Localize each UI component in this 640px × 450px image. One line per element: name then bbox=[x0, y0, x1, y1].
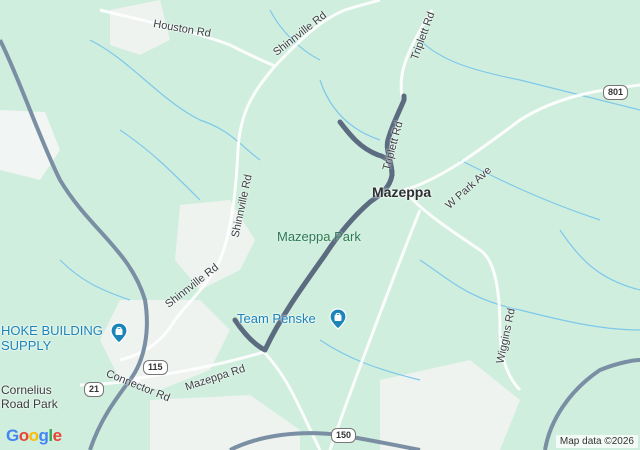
shopping-bag-pin-icon[interactable] bbox=[329, 308, 347, 330]
place-label-cornelius-road-park[interactable]: Cornelius Road Park bbox=[1, 383, 81, 411]
route-shield-115: 115 bbox=[143, 360, 168, 375]
park-label-mazeppa-park[interactable]: Mazeppa Park bbox=[277, 229, 361, 244]
route-shield-21: 21 bbox=[84, 382, 105, 397]
route-shield-150: 150 bbox=[331, 428, 357, 443]
google-logo: Google bbox=[6, 426, 62, 445]
place-label-mazeppa[interactable]: Mazeppa bbox=[372, 184, 431, 200]
poi-label-hoke-building-supply[interactable]: HOKE BUILDING SUPPLY bbox=[1, 323, 111, 353]
poi-label-team-penske[interactable]: Team Penske bbox=[237, 311, 316, 326]
map-canvas[interactable]: Houston Rd Shinnville Rd Triplett Rd Tri… bbox=[0, 0, 640, 450]
shopping-bag-pin-icon[interactable] bbox=[110, 322, 128, 344]
map-attribution[interactable]: Map data ©2026 bbox=[555, 435, 638, 448]
route-shield-801: 801 bbox=[603, 85, 629, 100]
